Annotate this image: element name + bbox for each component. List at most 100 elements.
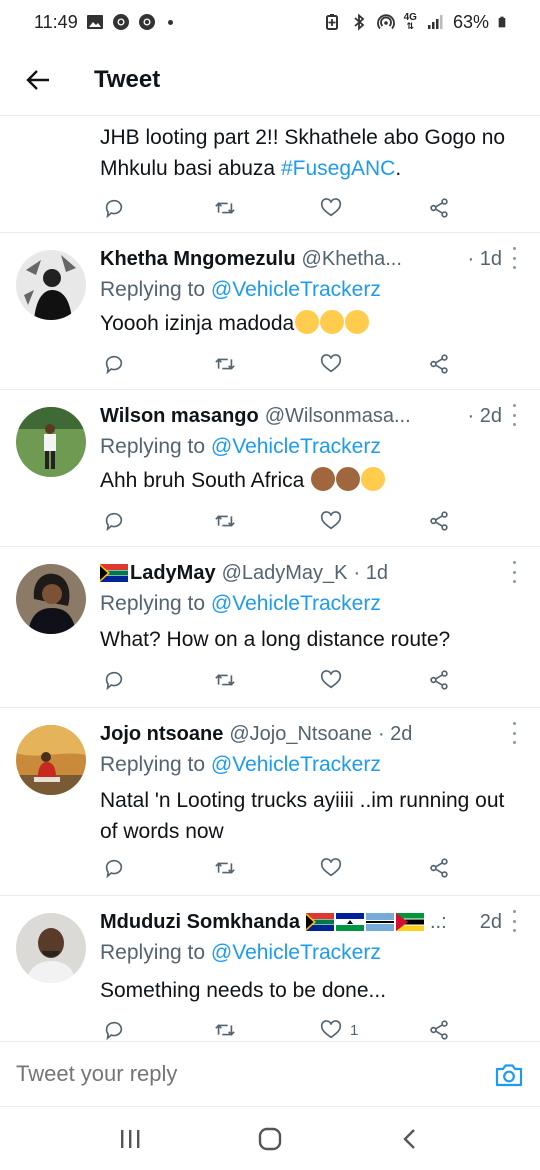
like-button[interactable] <box>320 195 342 221</box>
heart-icon <box>320 858 342 877</box>
mention-link[interactable]: @VehicleTrackerz <box>211 941 381 964</box>
south-africa-flag-icon <box>100 564 128 582</box>
retweet-button[interactable] <box>214 855 236 881</box>
reply-tweet[interactable]: Mduduzi Somkhanda ..: 2d Replying to @Ve… <box>0 896 540 1041</box>
notification-dot-icon <box>167 19 173 25</box>
user-handle[interactable]: @Khetha... <box>302 248 402 271</box>
hashtag-link[interactable]: #FusegANC <box>281 157 395 180</box>
display-name[interactable]: Wilson masango <box>100 405 259 428</box>
display-name[interactable]: Mduduzi Somkhanda <box>100 911 300 934</box>
heart-icon <box>320 511 342 530</box>
reply-tweet[interactable]: Jojo ntsoane @Jojo_Ntsoane · 2d Replying… <box>0 708 540 896</box>
user-handle[interactable]: ..: <box>430 911 447 934</box>
share-icon <box>430 858 448 878</box>
retweet-icon <box>215 1024 235 1036</box>
tweet-text: JHB looting part 2!! Skhathele abo Gogo … <box>100 126 506 180</box>
user-handle[interactable]: @Wilsonmasa... <box>265 405 411 428</box>
share-button[interactable] <box>428 667 450 693</box>
timestamp: · 2d <box>467 404 502 427</box>
like-button[interactable]: 1 <box>320 1017 358 1041</box>
south-africa-flag-icon <box>306 913 334 931</box>
like-button[interactable] <box>320 667 350 693</box>
retweet-icon <box>215 674 235 686</box>
reply-button[interactable] <box>103 351 125 377</box>
reply-tweet[interactable]: LadyMay @LadyMay_K · 1d Replying to @Veh… <box>0 547 540 708</box>
timestamp: · 1d <box>353 561 388 584</box>
retweet-icon <box>215 202 235 214</box>
tweet-header: Khetha Mngomezulu @Khetha... · 1d <box>100 245 524 273</box>
replying-to: Replying to @VehicleTrackerz <box>100 592 381 615</box>
battery-percent: 63% <box>452 11 489 32</box>
person-facepalming-emoji-icon <box>311 467 336 491</box>
retweet-icon <box>215 515 235 527</box>
tears-of-joy-emoji-icon <box>345 310 370 334</box>
like-button[interactable] <box>320 508 350 534</box>
network-type: 4G ⇅ <box>403 12 417 31</box>
mention-link[interactable]: @VehicleTrackerz <box>211 592 381 615</box>
reply-icon <box>105 355 123 375</box>
tweet-actions <box>100 667 480 693</box>
more-options-icon[interactable] <box>510 910 518 932</box>
like-count: 1 <box>350 1021 359 1039</box>
more-options-icon[interactable] <box>510 722 518 744</box>
retweet-button[interactable] <box>214 667 236 693</box>
retweet-button[interactable] <box>214 1017 236 1041</box>
reply-button[interactable] <box>103 195 125 221</box>
person-facepalming-emoji-icon <box>336 467 361 491</box>
replying-to: Replying to @VehicleTrackerz <box>100 941 381 964</box>
avatar[interactable] <box>16 407 86 477</box>
replying-to: Replying to @VehicleTrackerz <box>100 435 381 458</box>
timestamp: · 1d <box>467 247 502 270</box>
mention-link[interactable]: @VehicleTrackerz <box>211 753 381 776</box>
home-button[interactable] <box>250 1119 290 1159</box>
system-back-button[interactable] <box>390 1119 430 1159</box>
retweet-button[interactable] <box>214 195 236 221</box>
share-button[interactable] <box>428 195 450 221</box>
retweet-icon <box>215 358 235 370</box>
avatar[interactable] <box>16 250 86 320</box>
avatar[interactable] <box>16 913 86 983</box>
more-options-icon[interactable] <box>510 247 518 269</box>
user-handle[interactable]: @LadyMay_K <box>222 562 348 585</box>
reply-icon <box>105 199 123 219</box>
display-name[interactable]: Khetha Mngomezulu <box>100 248 296 271</box>
replies-feed[interactable]: JHB looting part 2!! Skhathele abo Gogo … <box>0 116 540 1041</box>
retweet-button[interactable] <box>214 351 236 377</box>
more-options-icon[interactable] <box>510 561 518 583</box>
user-handle[interactable]: @Jojo_Ntsoane <box>229 723 372 746</box>
reply-button[interactable] <box>103 508 125 534</box>
display-name[interactable]: LadyMay <box>130 562 216 585</box>
reply-button[interactable] <box>103 1017 125 1041</box>
mention-link[interactable]: @VehicleTrackerz <box>211 435 381 458</box>
avatar[interactable] <box>16 725 86 795</box>
share-button[interactable] <box>428 508 450 534</box>
tweet-actions <box>100 195 480 221</box>
partial-tweet[interactable]: JHB looting part 2!! Skhathele abo Gogo … <box>0 116 540 233</box>
unamused-emoji-icon <box>361 467 386 491</box>
battery-icon <box>498 16 506 28</box>
recent-apps-button[interactable] <box>110 1119 150 1159</box>
more-options-icon[interactable] <box>510 404 518 426</box>
reply-tweet[interactable]: Khetha Mngomezulu @Khetha... · 1d Replyi… <box>0 233 540 390</box>
home-icon <box>258 1127 282 1151</box>
retweet-button[interactable] <box>214 508 236 534</box>
back-button[interactable] <box>20 62 56 98</box>
share-button[interactable] <box>428 1017 450 1041</box>
replying-to: Replying to @VehicleTrackerz <box>100 278 381 301</box>
share-button[interactable] <box>428 351 450 377</box>
camera-icon[interactable] <box>494 1060 524 1090</box>
tweet-text: Ahh bruh South Africa <box>100 465 520 496</box>
like-button[interactable] <box>320 855 350 881</box>
reply-input[interactable] <box>16 1061 456 1087</box>
timestamp: 2d <box>479 910 502 933</box>
reply-button[interactable] <box>103 855 125 881</box>
chevron-left-icon <box>403 1129 415 1149</box>
display-name[interactable]: Jojo ntsoane <box>100 723 223 746</box>
avatar[interactable] <box>16 564 86 634</box>
battery-saver-icon <box>325 14 338 30</box>
mention-link[interactable]: @VehicleTrackerz <box>211 278 381 301</box>
reply-button[interactable] <box>103 667 125 693</box>
share-button[interactable] <box>428 855 450 881</box>
reply-tweet[interactable]: Wilson masango @Wilsonmasa... · 2d Reply… <box>0 390 540 547</box>
like-button[interactable] <box>320 351 350 377</box>
